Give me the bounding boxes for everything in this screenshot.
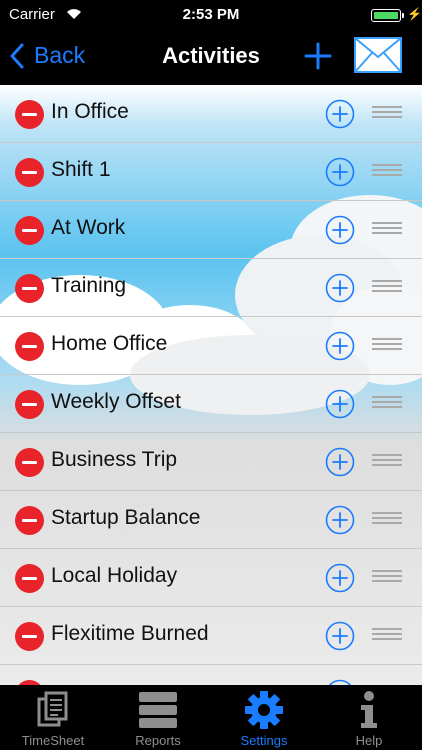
- activity-label: Business Trip: [51, 448, 178, 471]
- activity-label: Local Holiday: [51, 564, 178, 587]
- reorder-handle-icon[interactable]: [372, 396, 402, 412]
- tab-help[interactable]: Help: [316, 685, 422, 750]
- add-entry-button[interactable]: [325, 505, 355, 535]
- delete-button[interactable]: [15, 216, 44, 245]
- tab-reports[interactable]: Reports: [105, 685, 211, 750]
- reorder-handle-icon[interactable]: [372, 338, 402, 354]
- list-item[interactable]: Local Holiday: [0, 549, 422, 607]
- list-item[interactable]: Shift 1: [0, 143, 422, 201]
- reorder-handle-icon[interactable]: [372, 628, 402, 644]
- chevron-left-icon: [10, 43, 24, 68]
- activity-label: In Office: [51, 100, 129, 123]
- delete-button[interactable]: [15, 274, 44, 303]
- delete-button[interactable]: [15, 158, 44, 187]
- list-item[interactable]: Home Office: [0, 317, 422, 375]
- delete-button[interactable]: [15, 390, 44, 419]
- add-entry-button[interactable]: [325, 621, 355, 651]
- reorder-handle-icon[interactable]: [372, 164, 402, 180]
- status-bar: Carrier 2:53 PM ⚡: [0, 0, 422, 30]
- add-entry-button[interactable]: [325, 447, 355, 477]
- gear-icon: [245, 691, 283, 729]
- add-entry-button[interactable]: [325, 215, 355, 245]
- navigation-bar: Back Activities: [0, 30, 422, 85]
- add-activity-button[interactable]: [302, 38, 334, 74]
- tab-bar: TimeSheet Reports Settings Help: [0, 685, 422, 750]
- reorder-handle-icon[interactable]: [372, 570, 402, 586]
- info-icon: [361, 691, 377, 728]
- list-item[interactable]: Training: [0, 259, 422, 317]
- reorder-handle-icon[interactable]: [372, 106, 402, 122]
- tab-label: Reports: [135, 733, 181, 748]
- reorder-handle-icon[interactable]: [372, 512, 402, 528]
- tab-timesheet[interactable]: TimeSheet: [0, 685, 106, 750]
- add-entry-button[interactable]: [325, 331, 355, 361]
- activity-label: Weekly Offset: [51, 390, 181, 413]
- activity-label: Shift 1: [51, 158, 111, 181]
- list-item[interactable]: At Work: [0, 201, 422, 259]
- delete-button[interactable]: [15, 332, 44, 361]
- reorder-handle-icon[interactable]: [372, 222, 402, 238]
- add-entry-button[interactable]: [325, 99, 355, 129]
- activity-label: Training: [51, 274, 127, 297]
- delete-button[interactable]: [15, 448, 44, 477]
- reorder-handle-icon[interactable]: [372, 280, 402, 296]
- list-item[interactable]: Business Trip: [0, 433, 422, 491]
- activity-label: Startup Balance: [51, 506, 201, 529]
- list-item[interactable]: Flexitime Burned: [0, 607, 422, 665]
- reports-icon: [139, 692, 177, 728]
- delete-button[interactable]: [15, 100, 44, 129]
- list-item-partial[interactable]: [0, 665, 422, 685]
- tab-settings[interactable]: Settings: [211, 685, 317, 750]
- add-entry-button[interactable]: [325, 157, 355, 187]
- delete-button[interactable]: [15, 564, 44, 593]
- delete-button[interactable]: [15, 506, 44, 535]
- tab-label: TimeSheet: [21, 733, 85, 748]
- back-label: Back: [34, 42, 86, 68]
- tab-label: Help: [355, 733, 383, 748]
- reorder-handle-icon[interactable]: [372, 454, 402, 470]
- add-entry-button[interactable]: [325, 563, 355, 593]
- timesheet-icon: [37, 691, 68, 727]
- clock: 2:53 PM: [182, 6, 240, 23]
- list-item[interactable]: Weekly Offset: [0, 375, 422, 433]
- add-entry-button[interactable]: [325, 273, 355, 303]
- delete-button[interactable]: [15, 622, 44, 651]
- list-item[interactable]: In Office: [0, 85, 422, 143]
- activity-label: At Work: [51, 216, 126, 239]
- add-entry-button[interactable]: [325, 389, 355, 419]
- charging-icon: ⚡: [407, 7, 422, 21]
- tab-label: Settings: [240, 733, 288, 748]
- activity-label: Flexitime Burned: [51, 622, 209, 645]
- list-item[interactable]: Startup Balance: [0, 491, 422, 549]
- battery-icon: [371, 9, 401, 22]
- back-button[interactable]: Back: [10, 42, 85, 69]
- activities-list[interactable]: In Office Shift 1 At Work Training Home Offi…: [0, 85, 422, 685]
- email-button[interactable]: [354, 37, 402, 73]
- activity-label: Home Office: [51, 332, 168, 355]
